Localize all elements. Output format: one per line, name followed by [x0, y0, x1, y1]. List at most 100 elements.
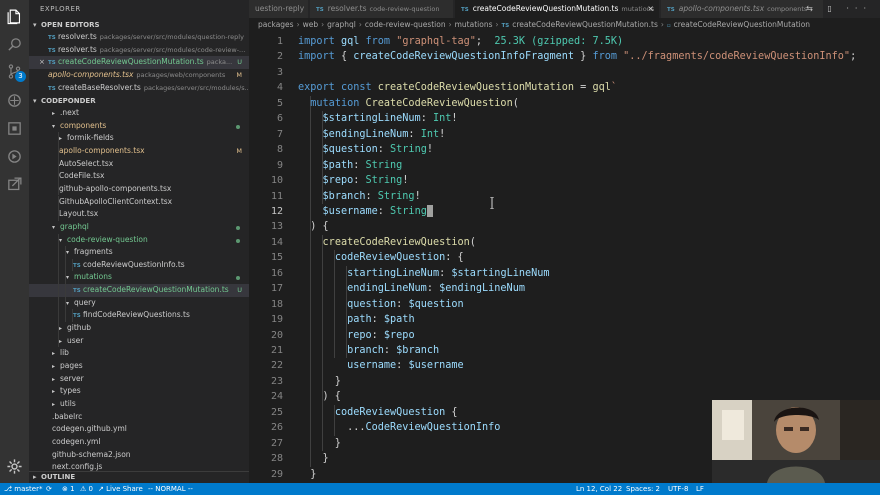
files-icon[interactable]: [6, 8, 23, 25]
code-token: $path: [383, 314, 415, 326]
open-editor-item[interactable]: apollo-components.tsx packages/web/compon…: [29, 69, 249, 82]
modified-dot: [236, 276, 240, 281]
file-item[interactable]: github-schema2.json: [29, 449, 249, 462]
code-line: 13 ) {: [249, 219, 880, 234]
problems-errors[interactable]: ⊗ 1: [62, 483, 75, 495]
folder-item[interactable]: ▾ mutations: [29, 271, 249, 285]
chevron-down-icon: ▾: [66, 299, 70, 307]
outline-header[interactable]: ▸ OUTLINE: [29, 471, 249, 482]
item-name: github-schema2.json: [52, 449, 131, 459]
folder-item[interactable]: ▸ server: [29, 373, 249, 386]
tab-inactive[interactable]: uestion-reply: [249, 0, 309, 18]
folder-item[interactable]: ▾ query: [29, 296, 249, 310]
code-token: :: [396, 298, 409, 310]
breadcrumb-item[interactable]: graphql: [327, 20, 356, 29]
git-status-badge: U: [237, 286, 242, 295]
line-number: 4: [276, 82, 283, 94]
breadcrumb-item[interactable]: packages: [258, 20, 294, 29]
open-editor-item[interactable]: TS resolver.ts packages/server/src/modules…: [29, 44, 249, 57]
chevron-right-icon: ▸: [52, 388, 56, 396]
debug-icon[interactable]: [6, 92, 23, 109]
sync-button[interactable]: ⟳: [46, 483, 52, 495]
file-item[interactable]: apollo-components.tsx M: [29, 144, 249, 158]
problems-warnings[interactable]: ⚠ 0: [80, 483, 93, 495]
item-name: components: [60, 120, 107, 130]
chevron-right-icon: ›: [296, 20, 300, 29]
encoding[interactable]: UTF-8: [668, 483, 688, 495]
folder-item[interactable]: ▸ types: [29, 385, 249, 398]
code-token: username: [347, 360, 397, 372]
typescript-file-icon: TS: [501, 23, 510, 29]
folder-item[interactable]: ▾ fragments: [29, 246, 249, 259]
project-header[interactable]: ▾ CODEPONDER: [29, 96, 249, 107]
folder-item[interactable]: ▸ github: [29, 322, 249, 335]
cursor-position[interactable]: Ln 12, Col 22: [576, 483, 622, 495]
folder-item[interactable]: ▸ lib: [29, 347, 249, 360]
open-editor-item[interactable]: TS resolver.ts packages/server/src/modules…: [29, 31, 249, 44]
open-editor-item[interactable]: × TS createCodeReviewQuestionMutation.ts pa…: [29, 56, 249, 69]
search-icon[interactable]: [6, 36, 23, 53]
file-item[interactable]: codegen.yml: [29, 436, 249, 449]
breadcrumb-item[interactable]: code-review-question: [365, 20, 446, 29]
git-status-badge: U: [237, 58, 242, 67]
line-content: }: [298, 467, 316, 482]
file-item[interactable]: codegen.github.yml: [29, 423, 249, 436]
breadcrumb-item[interactable]: createCodeReviewQuestionMutation.ts: [512, 20, 658, 29]
folder-item[interactable]: ▾ code-review-question: [29, 233, 249, 247]
remote-explorer-icon[interactable]: [6, 176, 23, 193]
tab-inactive[interactable]: TS resolver.ts code-review-question: [310, 0, 454, 18]
breadcrumb-item[interactable]: createCodeReviewQuestionMutation: [674, 20, 810, 29]
file-item[interactable]: TS findCodeReviewQuestions.ts: [29, 309, 249, 322]
branch-indicator[interactable]: ⎇ master*: [4, 483, 42, 495]
indentation[interactable]: Spaces: 2: [626, 483, 660, 495]
editor-actions[interactable]: ⇆ ▯ ···: [806, 0, 872, 18]
item-name: user: [67, 335, 84, 345]
code-token: Int: [432, 113, 452, 125]
code-token: :: [353, 159, 366, 171]
file-item[interactable]: TS createCodeReviewQuestionMutation.ts U: [29, 284, 249, 297]
folder-item[interactable]: ▸ formik-fields: [29, 132, 249, 145]
code-token: "graphql-tag": [396, 36, 476, 47]
file-item[interactable]: github-apollo-components.tsx: [29, 182, 249, 196]
webcam-overlay: [712, 400, 880, 483]
folder-item[interactable]: ▾ components: [29, 120, 249, 133]
line-ending[interactable]: LF: [696, 483, 704, 495]
close-icon[interactable]: ×: [39, 56, 48, 69]
code-token: !: [439, 128, 446, 140]
close-icon[interactable]: ×: [647, 0, 654, 18]
indent-guide: [58, 296, 59, 310]
file-item[interactable]: TS codeReviewQuestionInfo.ts: [29, 258, 249, 272]
folder-item[interactable]: ▸ utils: [29, 398, 249, 411]
code-token: from: [592, 51, 617, 63]
folder-item[interactable]: ▸ user: [29, 334, 249, 348]
breadcrumb-item[interactable]: web: [303, 20, 319, 29]
tab-inactive[interactable]: TS apollo-components.tsx components: [661, 0, 824, 18]
code-token: 25.3K (gzipped: 7.5K): [494, 36, 624, 47]
file-item[interactable]: .babelrc: [29, 411, 249, 424]
code-line: 4 export const createCodeReviewQuestionMu…: [249, 80, 880, 95]
folder-item[interactable]: ▸ pages: [29, 360, 249, 373]
breadcrumb-item[interactable]: mutations: [455, 20, 493, 29]
live-share-button[interactable]: ↗ Live Share: [98, 483, 143, 495]
file-item[interactable]: AutoSelect.tsx: [29, 157, 249, 171]
line-number: 7: [276, 128, 283, 140]
file-item[interactable]: CodeFile.tsx: [29, 170, 249, 183]
code-token: $question: [408, 298, 464, 310]
file-item[interactable]: Layout.tsx: [29, 208, 249, 221]
line-number: 28: [270, 453, 283, 465]
folder-item[interactable]: ▸ .next: [29, 107, 249, 120]
folder-item[interactable]: ▾ graphql: [29, 221, 249, 234]
item-name: CodeFile.tsx: [59, 171, 105, 181]
extensions-icon[interactable]: [6, 120, 23, 137]
tab-active[interactable]: TS createCodeReviewQuestionMutation.ts mut…: [455, 0, 660, 18]
file-item[interactable]: GithubApolloClientContext.tsx: [29, 195, 249, 209]
live-share-icon[interactable]: [6, 148, 23, 165]
chevron-right-icon: ▸: [59, 135, 63, 143]
code-token: : {: [445, 252, 464, 264]
git-status-badge: M: [236, 146, 242, 155]
open-editors-header[interactable]: ▾ OPEN EDITORS: [29, 20, 249, 31]
gear-icon[interactable]: [6, 458, 23, 475]
open-editor-item[interactable]: TS createBaseResolver.ts packages/server/s…: [29, 82, 249, 95]
